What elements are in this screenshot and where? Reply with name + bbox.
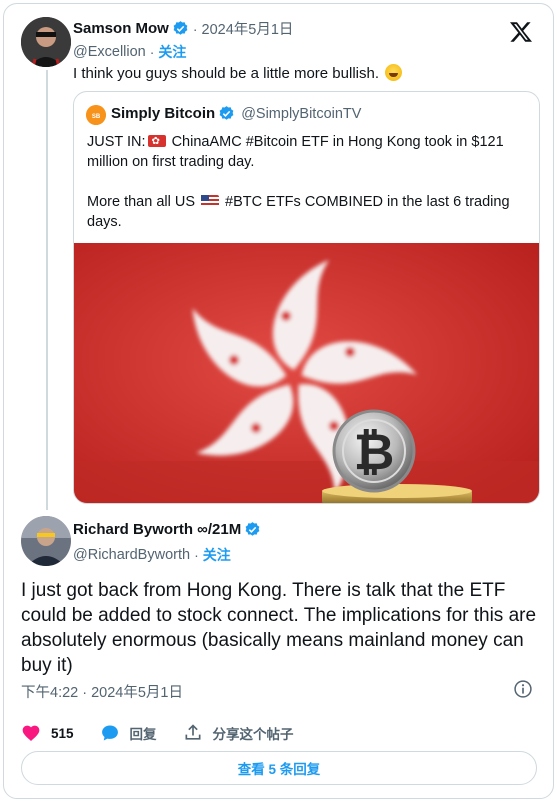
tweet-author-row: Samson Mow · 2024年5月1日 <box>73 18 293 39</box>
tears-of-joy-emoji-icon <box>385 64 403 81</box>
tweet-date[interactable]: 2024年5月1日 <box>202 18 294 39</box>
richard-byworth-avatar[interactable] <box>21 516 71 566</box>
hong-kong-flag-icon <box>147 132 166 152</box>
like-count: 515 <box>51 725 74 741</box>
like-button[interactable]: 515 <box>21 723 74 743</box>
quoted-line-3: More than all US #BTC ETFs COMBINED in t… <box>87 192 510 212</box>
heart-icon <box>22 725 40 741</box>
separator-dot: · <box>192 20 198 37</box>
simply-bitcoin-avatar: SB <box>86 105 106 125</box>
quoted-blank-line <box>87 172 510 192</box>
share-label: 分享这个帖子 <box>212 727 294 742</box>
verified-badge-icon <box>173 21 188 35</box>
quoted-line-2: million on first trading day. <box>87 154 255 170</box>
tweet-actions: 515 回复 分享这个帖子 <box>21 721 320 745</box>
reply-handle-row: @RichardByworth · 关注 <box>73 545 231 565</box>
tweet-handle-row: @Excellion · 关注 <box>73 42 186 62</box>
tweet-text: I think you guys should be a little more… <box>73 64 403 82</box>
embedded-tweet-card: Samson Mow · 2024年5月1日 @Excellion · 关注 I… <box>3 3 554 799</box>
quoted-tweet-text: JUST IN: ChinaAMC #Bitcoin ETF in Hong K… <box>87 132 510 232</box>
svg-text:₿: ₿ <box>354 423 395 481</box>
separator-dot: · <box>149 44 155 60</box>
quoted-author-row: Simply Bitcoin @SimplyBitcoinTV <box>111 105 361 122</box>
verified-badge-icon <box>245 522 260 536</box>
reply-button[interactable]: 回复 <box>100 723 157 743</box>
x-logo-icon[interactable] <box>509 20 533 44</box>
samson-mow-avatar[interactable] <box>21 17 71 67</box>
quoted-author-name: Simply Bitcoin <box>111 105 216 122</box>
reply-timestamp[interactable]: 下午4:22 · 2024年5月1日 <box>21 681 183 702</box>
tweet-text-content: I think you guys should be a little more… <box>73 65 379 82</box>
follow-button[interactable]: 关注 <box>158 42 186 62</box>
view-replies-button[interactable]: 查看 5 条回复 <box>21 751 537 785</box>
svg-text:SB: SB <box>92 114 101 120</box>
author-name[interactable]: Samson Mow <box>73 20 169 37</box>
reply-author-row: Richard Byworth ∞/21M <box>73 521 261 538</box>
author-handle[interactable]: @Excellion <box>73 44 146 60</box>
hong-kong-flag-bitcoin-image[interactable]: ₿ <box>74 243 540 504</box>
quoted-line-3-pre: More than all US <box>87 194 200 210</box>
us-flag-icon <box>201 195 220 207</box>
separator-dot: · <box>194 547 199 563</box>
quoted-line-1: JUST IN: ChinaAMC #Bitcoin ETF in Hong K… <box>87 132 510 152</box>
quoted-tweet[interactable]: SB Simply Bitcoin @SimplyBitcoinTV JUST … <box>73 91 540 504</box>
view-replies-label: 查看 5 条回复 <box>237 762 321 777</box>
thread-connector-line <box>46 70 48 510</box>
quoted-line-1-post: ChinaAMC #Bitcoin ETF in Hong Kong took … <box>167 134 504 150</box>
share-button[interactable]: 分享这个帖子 <box>183 723 294 743</box>
reply-label: 回复 <box>129 727 157 742</box>
reply-author-handle[interactable]: @RichardByworth <box>73 547 190 563</box>
reply-bubble-icon <box>101 725 118 741</box>
quoted-author-handle: @SimplyBitcoinTV <box>241 105 362 122</box>
quoted-line-1-pre: JUST IN: <box>87 134 146 150</box>
quoted-line-4: days. <box>87 214 122 230</box>
verified-badge-icon <box>219 106 234 120</box>
share-icon <box>185 724 201 740</box>
reply-author-name[interactable]: Richard Byworth ∞/21M <box>73 521 241 538</box>
info-icon[interactable] <box>513 679 533 699</box>
reply-text: I just got back from Hong Kong. There is… <box>21 580 537 676</box>
reply-follow-button[interactable]: 关注 <box>203 545 231 565</box>
quoted-line-3-post: #BTC ETFs COMBINED in the last 6 trading <box>221 194 510 210</box>
